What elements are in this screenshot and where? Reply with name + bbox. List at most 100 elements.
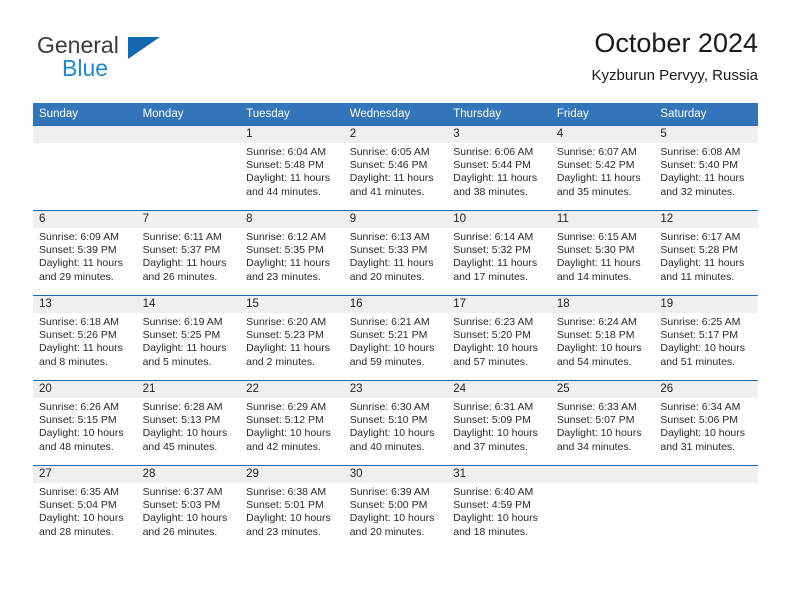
day-number: 12 [654, 211, 758, 228]
day-number: 6 [33, 211, 137, 228]
day-detail-line: Sunset: 5:37 PM [142, 244, 221, 257]
day-detail-line: Daylight: 11 hours [349, 172, 434, 185]
day-detail-line: and 17 minutes. [453, 270, 528, 283]
day-cell[interactable]: 14 Sunrise: 6:19 AM Sunset: 5:25 PM Dayligh… [136, 295, 241, 381]
day-number: 30 [343, 466, 448, 483]
day-detail-line: Sunset: 5:32 PM [453, 244, 531, 257]
day-cell[interactable]: 9 Sunrise: 6:13 AM Sunset: 5:33 PM Daylight… [343, 210, 448, 296]
day-detail-line: and 18 minutes. [453, 525, 528, 538]
day-cell[interactable]: 23 Sunrise: 6:30 AM Sunset: 5:10 PM Dayligh… [343, 380, 448, 466]
day-details: Sunrise: 6:07 AM Sunset: 5:42 PM Daylight:… [551, 143, 655, 199]
day-detail-line: and 32 minutes. [660, 185, 736, 198]
day-detail-line: Sunrise: 6:24 AM [556, 316, 637, 328]
day-detail-line: Daylight: 11 hours [453, 172, 538, 185]
day-cell[interactable]: 10 Sunrise: 6:14 AM Sunset: 5:32 PM Dayligh… [447, 210, 551, 296]
day-detail-line: Daylight: 11 hours [142, 342, 227, 355]
day-detail-line: Sunrise: 6:19 AM [142, 316, 223, 328]
day-detail-line: Sunset: 5:03 PM [142, 499, 221, 512]
day-number: 17 [447, 296, 551, 313]
day-detail-line: Daylight: 11 hours [39, 342, 123, 355]
day-cell[interactable]: 5 Sunrise: 6:08 AM Sunset: 5:40 PM Daylight… [654, 125, 758, 211]
day-cell[interactable]: 27 Sunrise: 6:35 AM Sunset: 5:04 PM Dayligh… [33, 465, 137, 550]
logo-triangle-icon [128, 37, 160, 59]
day-detail-line: and 20 minutes. [349, 270, 425, 283]
day-details: Sunrise: 6:37 AM Sunset: 5:03 PM Daylight:… [137, 483, 241, 539]
day-cell[interactable]: 11 Sunrise: 6:15 AM Sunset: 5:30 PM Dayligh… [550, 210, 655, 296]
day-cell[interactable]: 22 Sunrise: 6:29 AM Sunset: 5:12 PM Dayligh… [240, 380, 344, 466]
day-number: 25 [550, 381, 655, 398]
day-detail-line: Daylight: 10 hours [246, 427, 331, 440]
day-cell[interactable]: 21 Sunrise: 6:28 AM Sunset: 5:13 PM Dayligh… [136, 380, 241, 466]
day-detail-line: Sunset: 5:35 PM [246, 244, 324, 257]
day-details: Sunrise: 6:30 AM Sunset: 5:10 PM Daylight:… [344, 398, 448, 454]
day-detail-line: Sunset: 5:46 PM [349, 159, 428, 172]
day-cell[interactable]: 4 Sunrise: 6:07 AM Sunset: 5:42 PM Daylight… [550, 125, 655, 211]
day-cell[interactable]: 7 Sunrise: 6:11 AM Sunset: 5:37 PM Daylight… [136, 210, 241, 296]
day-details: Sunrise: 6:15 AM Sunset: 5:30 PM Daylight:… [551, 228, 655, 284]
day-detail-line: and 29 minutes. [39, 270, 114, 283]
day-cell[interactable]: 24 Sunrise: 6:31 AM Sunset: 5:09 PM Dayligh… [447, 380, 551, 466]
day-detail-line: Sunset: 5:39 PM [39, 244, 117, 257]
day-cell[interactable]: 31 Sunrise: 6:40 AM Sunset: 4:59 PM Dayligh… [447, 465, 551, 550]
day-details: Sunrise: 6:19 AM Sunset: 5:25 PM Daylight:… [137, 313, 241, 369]
day-detail-line: Sunset: 5:00 PM [349, 499, 428, 512]
day-detail-line: Sunrise: 6:08 AM [660, 146, 741, 158]
day-cell[interactable]: 17 Sunrise: 6:23 AM Sunset: 5:20 PM Dayligh… [447, 295, 551, 381]
day-number [33, 126, 137, 143]
day-cell[interactable]: 6 Sunrise: 6:09 AM Sunset: 5:39 PM Daylight… [33, 210, 137, 296]
day-number: 2 [343, 126, 448, 143]
day-detail-line: and 44 minutes. [246, 185, 321, 198]
day-details: Sunrise: 6:21 AM Sunset: 5:21 PM Daylight:… [344, 313, 448, 369]
day-cell[interactable]: 26 Sunrise: 6:34 AM Sunset: 5:06 PM Dayligh… [654, 380, 758, 466]
day-cell[interactable]: 1 Sunrise: 6:04 AM Sunset: 5:48 PM Daylight… [240, 125, 344, 211]
day-detail-line: Daylight: 10 hours [39, 512, 124, 525]
day-number: 24 [447, 381, 551, 398]
day-cell[interactable]: 20 Sunrise: 6:26 AM Sunset: 5:15 PM Dayligh… [33, 380, 137, 466]
day-detail-line: Sunset: 5:40 PM [660, 159, 739, 172]
day-detail-line: Sunrise: 6:34 AM [660, 401, 741, 413]
day-cell[interactable]: 18 Sunrise: 6:24 AM Sunset: 5:18 PM Dayligh… [550, 295, 655, 381]
day-cell[interactable]: 29 Sunrise: 6:38 AM Sunset: 5:01 PM Dayligh… [240, 465, 344, 550]
day-detail-line: Daylight: 11 hours [453, 257, 538, 270]
day-cell[interactable]: 8 Sunrise: 6:12 AM Sunset: 5:35 PM Daylight… [240, 210, 344, 296]
day-detail-line: Sunrise: 6:31 AM [453, 401, 534, 413]
weekday-header-monday: Monday [136, 103, 241, 126]
day-detail-line: Daylight: 10 hours [453, 512, 538, 525]
weekday-header-thursday: Thursday [447, 103, 551, 126]
day-detail-line: Sunset: 5:48 PM [246, 159, 324, 172]
weekday-header-tuesday: Tuesday [240, 103, 344, 126]
day-number: 5 [654, 126, 758, 143]
day-cell[interactable]: 15 Sunrise: 6:20 AM Sunset: 5:23 PM Dayligh… [240, 295, 344, 381]
day-number: 19 [654, 296, 758, 313]
day-cell[interactable]: 16 Sunrise: 6:21 AM Sunset: 5:21 PM Dayligh… [343, 295, 448, 381]
day-cell[interactable]: 19 Sunrise: 6:25 AM Sunset: 5:17 PM Dayligh… [654, 295, 758, 381]
day-cell[interactable]: 25 Sunrise: 6:33 AM Sunset: 5:07 PM Dayligh… [550, 380, 655, 466]
weekday-header-sunday: Sunday [33, 103, 137, 126]
day-detail-line: and 20 minutes. [349, 525, 425, 538]
weekday-header-row: Sunday Monday Tuesday Wednesday Thursday Frid… [33, 103, 758, 126]
calendar-week-row: 13 Sunrise: 6:18 AM Sunset: 5:26 PM Dayligh… [33, 295, 758, 381]
day-detail-line: and 35 minutes. [556, 185, 632, 198]
day-number: 18 [550, 296, 655, 313]
day-number: 31 [447, 466, 551, 483]
day-detail-line: Sunset: 5:06 PM [660, 414, 739, 427]
day-cell[interactable]: 3 Sunrise: 6:06 AM Sunset: 5:44 PM Daylight… [447, 125, 551, 211]
day-detail-line: Daylight: 10 hours [556, 342, 642, 355]
day-detail-line: Sunrise: 6:33 AM [556, 401, 637, 413]
day-detail-line: Sunrise: 6:12 AM [246, 231, 327, 243]
day-number: 1 [240, 126, 344, 143]
day-details: Sunrise: 6:06 AM Sunset: 5:44 PM Daylight:… [447, 143, 551, 199]
day-cell[interactable]: 28 Sunrise: 6:37 AM Sunset: 5:03 PM Dayligh… [136, 465, 241, 550]
day-detail-line: and 57 minutes. [453, 355, 528, 368]
day-detail-line: Sunset: 5:15 PM [39, 414, 117, 427]
day-detail-line: Sunset: 5:28 PM [660, 244, 739, 257]
day-cell[interactable]: 13 Sunrise: 6:18 AM Sunset: 5:26 PM Dayligh… [33, 295, 137, 381]
day-number: 13 [33, 296, 137, 313]
logo-text-blue: Blue [62, 55, 109, 81]
day-detail-line: and 40 minutes. [349, 440, 425, 453]
day-cell[interactable]: 12 Sunrise: 6:17 AM Sunset: 5:28 PM Dayligh… [654, 210, 758, 296]
day-cell[interactable]: 2 Sunrise: 6:05 AM Sunset: 5:46 PM Daylight… [343, 125, 448, 211]
day-detail-line: Sunrise: 6:09 AM [39, 231, 119, 243]
day-cell[interactable]: 30 Sunrise: 6:39 AM Sunset: 5:00 PM Dayligh… [343, 465, 448, 550]
empty-day-cell [550, 465, 655, 550]
